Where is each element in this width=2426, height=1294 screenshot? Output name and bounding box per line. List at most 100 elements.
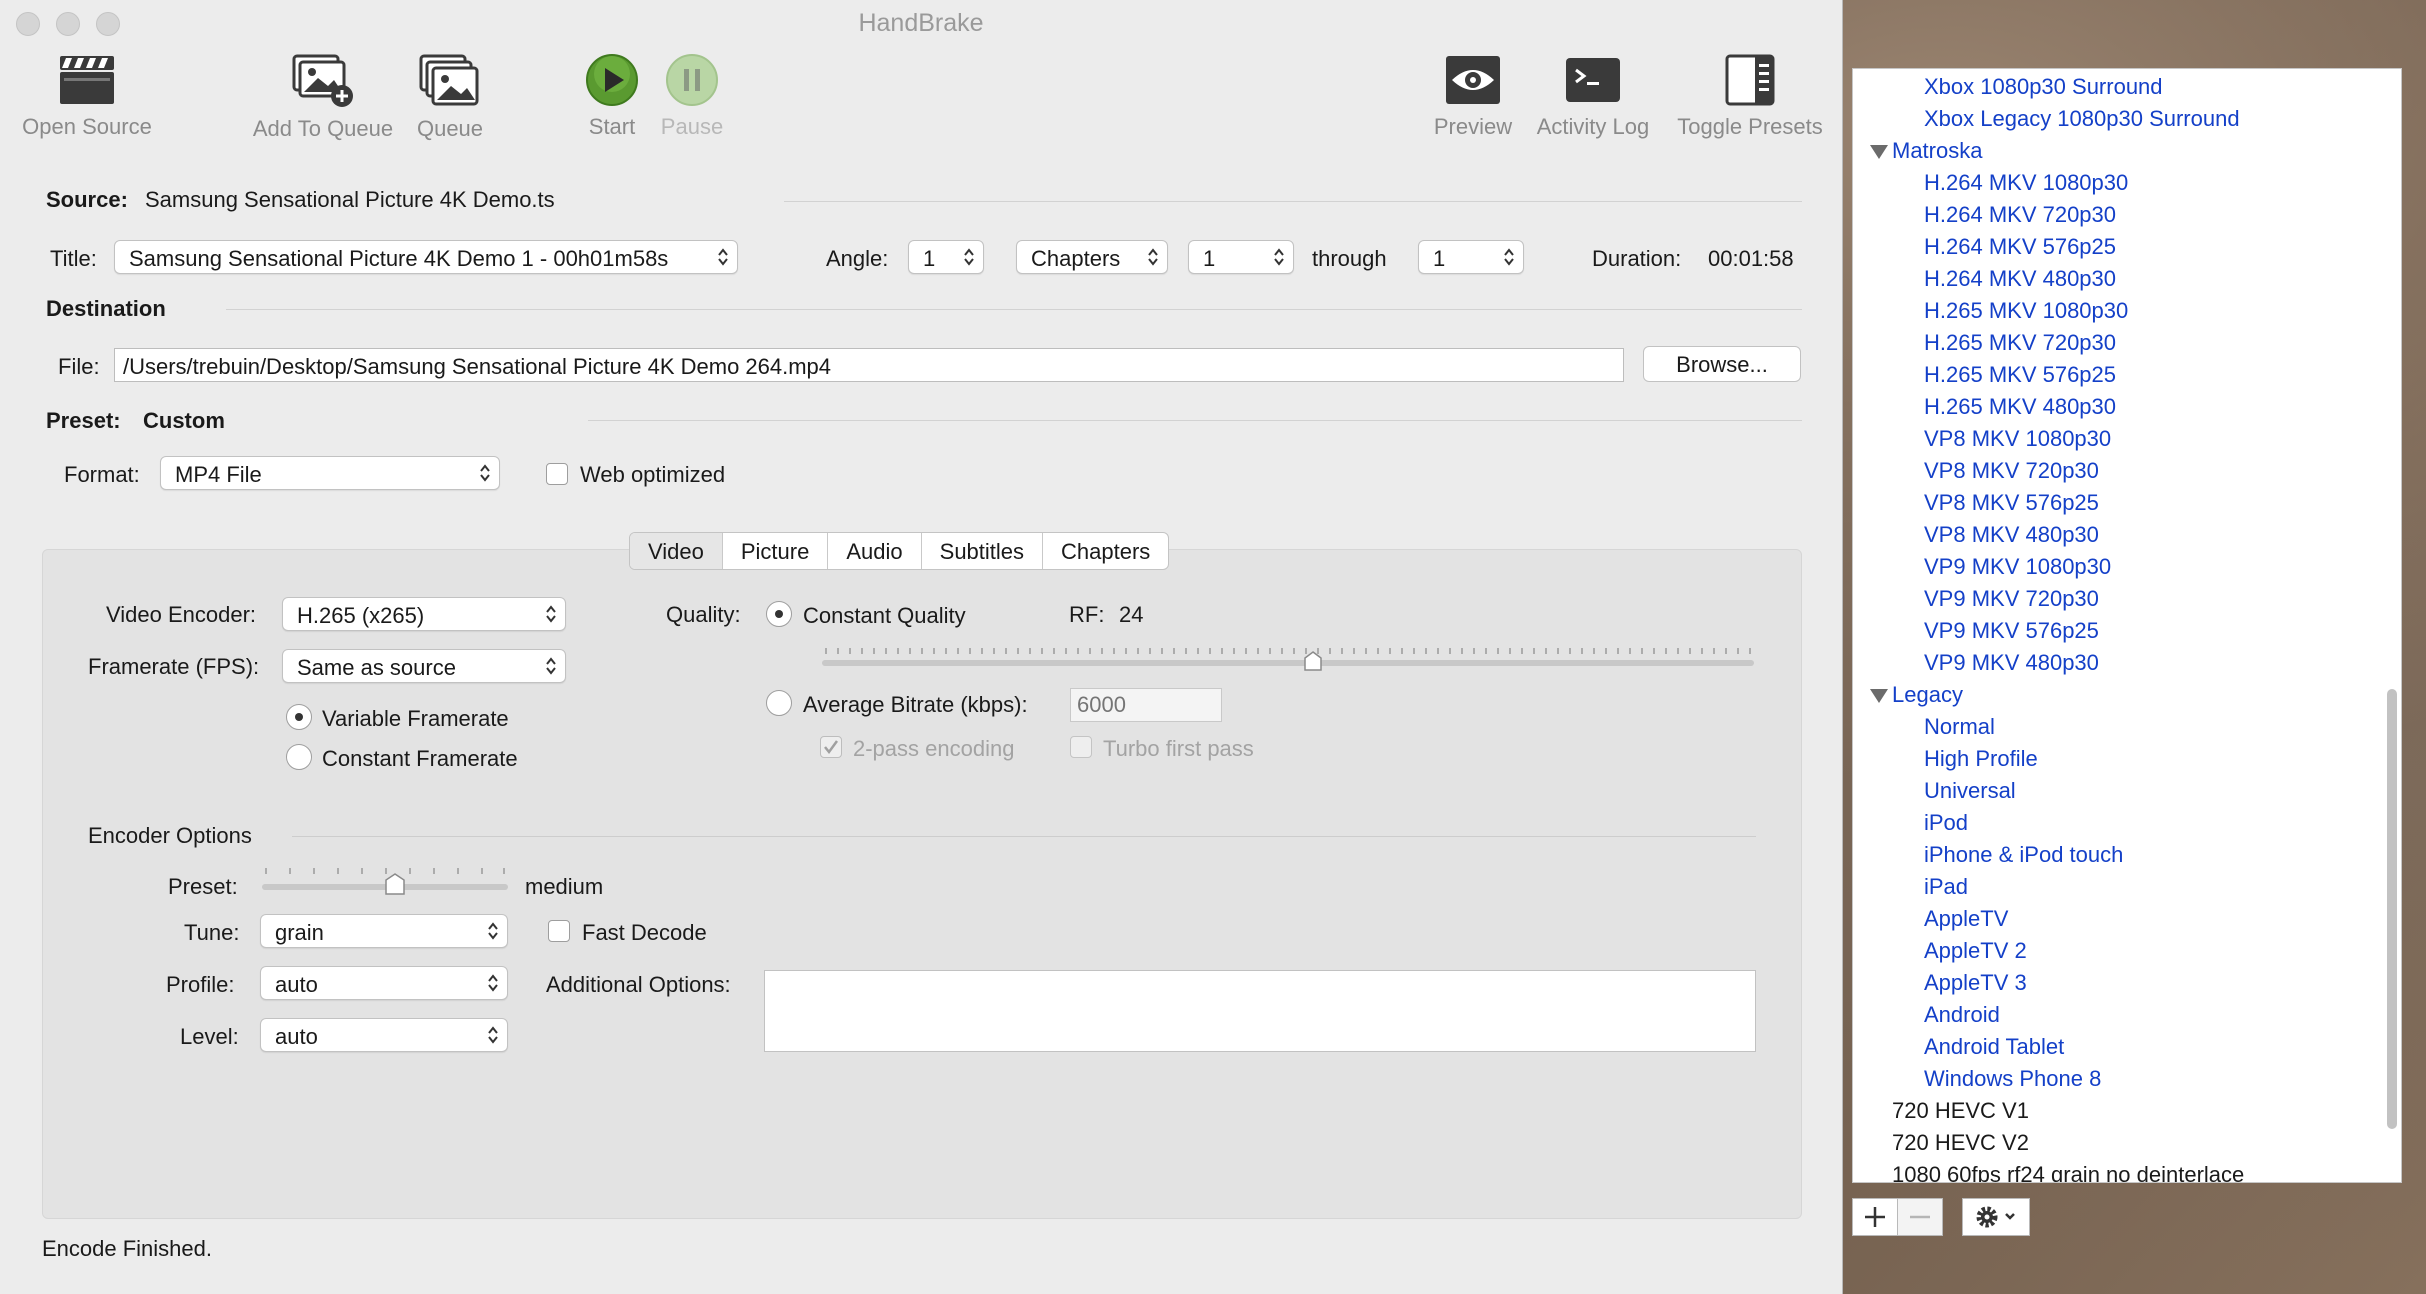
preview-button[interactable]: Preview	[1430, 52, 1516, 140]
list-item[interactable]: H.265 MKV 480p30	[1924, 394, 2116, 420]
pause-icon	[666, 54, 718, 106]
constant-framerate-radio[interactable]	[286, 744, 312, 770]
activity-log-button[interactable]: Activity Log	[1528, 52, 1658, 140]
disclosure-triangle-icon[interactable]	[1870, 145, 1888, 159]
start-button[interactable]: Start	[572, 52, 652, 140]
tab-subtitles[interactable]: Subtitles	[922, 533, 1044, 569]
list-item[interactable]: VP8 MKV 720p30	[1924, 458, 2099, 484]
list-item[interactable]: Normal	[1924, 714, 1995, 740]
list-item[interactable]: Android	[1924, 1002, 2000, 1028]
additional-options-field[interactable]	[764, 970, 1756, 1052]
preset-group-matroska[interactable]: Matroska	[1892, 138, 1982, 164]
gear-icon	[1976, 1206, 2015, 1228]
queue-button[interactable]: Queue	[410, 52, 490, 142]
list-item[interactable]: H.264 MKV 576p25	[1924, 234, 2116, 260]
list-item[interactable]: iPod	[1924, 810, 1968, 836]
list-item[interactable]: H.264 MKV 480p30	[1924, 266, 2116, 292]
list-item[interactable]: 1080 60fps rf24 grain no deinterlace	[1892, 1162, 2244, 1182]
status-text: Encode Finished.	[42, 1236, 212, 1261]
list-item[interactable]: 720 HEVC V2	[1892, 1130, 2029, 1156]
level-select[interactable]: auto	[260, 1018, 508, 1052]
encoder-preset-slider[interactable]	[260, 862, 510, 896]
list-item[interactable]: H.265 MKV 1080p30	[1924, 298, 2128, 324]
preset-group-legacy[interactable]: Legacy	[1892, 682, 1963, 708]
presets-list[interactable]: Xbox 1080p30 Surround Xbox Legacy 1080p3…	[1852, 68, 2402, 1183]
list-item[interactable]: Windows Phone 8	[1924, 1066, 2101, 1092]
updown-arrows-icon	[488, 974, 498, 992]
list-item[interactable]: H.265 MKV 720p30	[1924, 330, 2116, 356]
updown-arrows-icon	[1148, 248, 1158, 266]
average-bitrate-radio[interactable]	[766, 690, 792, 716]
duration-label: Duration:	[1592, 246, 1682, 271]
destination-heading: Destination	[46, 296, 166, 321]
encoder-preset-label: Preset:	[168, 874, 238, 899]
list-item[interactable]: iPhone & iPod touch	[1924, 842, 2123, 868]
tab-audio[interactable]: Audio	[828, 533, 922, 569]
list-item[interactable]: Xbox 1080p30 Surround	[1924, 74, 2163, 100]
list-item[interactable]: H.265 MKV 576p25	[1924, 362, 2116, 388]
tab-chapters[interactable]: Chapters	[1043, 533, 1168, 569]
turbo-first-pass-checkbox[interactable]	[1070, 736, 1092, 758]
tab-video[interactable]: Video	[630, 533, 723, 569]
list-item[interactable]: VP9 MKV 576p25	[1924, 618, 2099, 644]
list-item[interactable]: VP8 MKV 480p30	[1924, 522, 2099, 548]
list-item[interactable]: AppleTV 2	[1924, 938, 2027, 964]
constant-quality-radio[interactable]	[766, 601, 792, 627]
list-item[interactable]: VP9 MKV 480p30	[1924, 650, 2099, 676]
tune-select[interactable]: grain	[260, 914, 508, 948]
list-item[interactable]: Universal	[1924, 778, 2016, 804]
preset-divider	[588, 420, 1802, 421]
range-start-select[interactable]: 1	[1188, 240, 1294, 274]
framerate-select[interactable]: Same as source	[282, 649, 566, 683]
range-type-select[interactable]: Chapters	[1016, 240, 1168, 274]
list-item[interactable]: 720 HEVC V1	[1892, 1098, 2029, 1124]
list-item[interactable]: iPad	[1924, 874, 1968, 900]
add-to-queue-button[interactable]: Add To Queue	[248, 52, 398, 142]
quality-slider[interactable]	[820, 644, 1756, 674]
variable-framerate-radio[interactable]	[286, 704, 312, 730]
title-select-value: Samsung Sensational Picture 4K Demo 1 - …	[129, 246, 669, 271]
presets-scrollbar[interactable]	[2387, 689, 2397, 1129]
preset-actions-button[interactable]	[1962, 1198, 2030, 1236]
video-encoder-select[interactable]: H.265 (x265)	[282, 597, 566, 631]
remove-preset-button[interactable]	[1897, 1198, 1943, 1236]
title-select[interactable]: Samsung Sensational Picture 4K Demo 1 - …	[114, 240, 738, 274]
tab-picture[interactable]: Picture	[723, 533, 829, 569]
queue-label: Queue	[416, 116, 484, 141]
browse-button[interactable]: Browse...	[1643, 346, 1801, 382]
list-item[interactable]: VP8 MKV 1080p30	[1924, 426, 2111, 452]
list-item[interactable]: High Profile	[1924, 746, 2038, 772]
add-photos-icon	[292, 54, 353, 107]
list-item[interactable]: VP9 MKV 720p30	[1924, 586, 2099, 612]
list-item[interactable]: AppleTV	[1924, 906, 2008, 932]
fast-decode-checkbox[interactable]	[548, 920, 570, 942]
disclosure-triangle-icon[interactable]	[1870, 689, 1888, 703]
web-optimized-checkbox[interactable]	[546, 463, 568, 485]
updown-arrows-icon	[1274, 248, 1284, 266]
framerate-label: Framerate (FPS):	[88, 654, 260, 679]
source-divider	[784, 201, 1802, 202]
web-optimized-label: Web optimized	[580, 462, 726, 487]
list-item[interactable]: H.264 MKV 1080p30	[1924, 170, 2128, 196]
list-item[interactable]: VP8 MKV 576p25	[1924, 490, 2099, 516]
list-item[interactable]: H.264 MKV 720p30	[1924, 202, 2116, 228]
average-bitrate-field[interactable]	[1070, 688, 1222, 722]
list-item[interactable]: Android Tablet	[1924, 1034, 2064, 1060]
range-end-select[interactable]: 1	[1418, 240, 1524, 274]
toggle-presets-button[interactable]: Toggle Presets	[1670, 52, 1830, 140]
updown-arrows-icon	[964, 248, 974, 266]
add-preset-button[interactable]	[1852, 1198, 1898, 1236]
profile-select[interactable]: auto	[260, 966, 508, 1000]
terminal-icon	[1566, 58, 1620, 102]
updown-arrows-icon	[488, 922, 498, 940]
file-path-field[interactable]: /Users/trebuin/Desktop/Samsung Sensation…	[114, 348, 1624, 382]
two-pass-checkbox[interactable]	[820, 736, 842, 758]
angle-select[interactable]: 1	[908, 240, 984, 274]
list-item[interactable]: VP9 MKV 1080p30	[1924, 554, 2111, 580]
list-item[interactable]: Xbox Legacy 1080p30 Surround	[1924, 106, 2240, 132]
format-select[interactable]: MP4 File	[160, 456, 500, 490]
open-source-button[interactable]: Open Source	[14, 52, 160, 140]
pause-button[interactable]: Pause	[652, 52, 732, 140]
average-bitrate-label: Average Bitrate (kbps):	[803, 692, 1028, 717]
list-item[interactable]: AppleTV 3	[1924, 970, 2027, 996]
